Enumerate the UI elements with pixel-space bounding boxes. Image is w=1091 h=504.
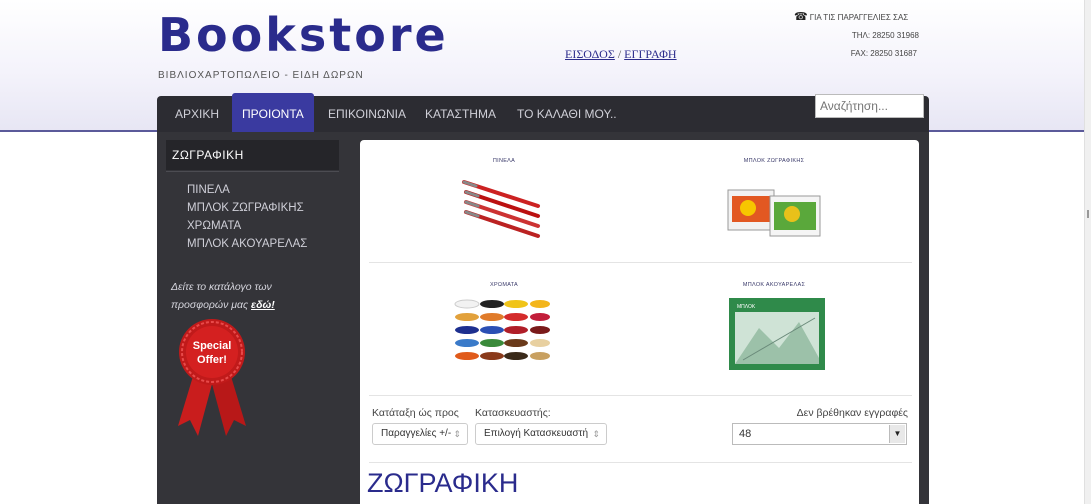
sidebar-link-drawing-pad[interactable]: ΜΠΛΟΚ ΖΩΓΡΑΦΙΚΗΣ xyxy=(187,202,304,214)
page-title: ΖΩΓΡΑΦΙΚΗ xyxy=(367,468,519,498)
search-input[interactable] xyxy=(815,94,924,118)
drawing-pad-image[interactable] xyxy=(726,186,824,238)
manufacturer-label: Κατασκευαστής: xyxy=(475,407,551,419)
login-link[interactable]: ΕΙΣΟΔΟΣ xyxy=(565,47,615,61)
nav-contact[interactable]: ΕΠΙΚΟΙΝΩΝΙΑ xyxy=(328,96,406,132)
per-page-value: 48 xyxy=(739,428,752,440)
phone-icon: ☎ xyxy=(794,11,808,23)
sidebar-link-paints[interactable]: ΧΡΩΜΑΤΑ xyxy=(187,220,241,232)
category-title-drawing-pad[interactable]: ΜΠΛΟΚ ΖΩΓΡΑΦΙΚΗΣ xyxy=(704,158,844,164)
promo-text: Δείτε το κατάλογο των προσφορών μας εδώ! xyxy=(171,278,331,314)
svg-text:ΜΠΛΟΚ: ΜΠΛΟΚ xyxy=(737,304,756,310)
category-title-watercolor[interactable]: ΜΠΛΟΚ ΑΚΟΥΑΡΕΛΑΣ xyxy=(704,282,844,288)
no-results-text: Δεν βρέθηκαν εγγραφές xyxy=(796,407,908,419)
contact-title: ΓΙΑ ΤΙΣ ΠΑΡΑΓΓΕΛΙΕΣ ΣΑΣ xyxy=(809,13,909,22)
paints-image[interactable] xyxy=(452,298,552,368)
badge-line2: Offer! xyxy=(197,354,227,366)
contact-info: ☎ ΓΙΑ ΤΙΣ ΠΑΡΑΓΓΕΛΙΕΣ ΣΑΣ ΤΗΛ: 28250 3196… xyxy=(790,8,945,63)
register-link[interactable]: ΕΓΓΡΑΦΗ xyxy=(624,47,676,61)
toolbar-divider-top xyxy=(369,395,912,396)
content-panel xyxy=(360,140,919,504)
promo-line2: προσφορών μας xyxy=(171,299,249,311)
page-scrollbar[interactable] xyxy=(1084,0,1091,504)
nav-store[interactable]: ΚΑΤΑΣΤΗΜΑ xyxy=(425,96,496,132)
manufacturer-arrows-icon: ⇕ xyxy=(592,429,600,439)
sidebar-link-brushes[interactable]: ΠΙΝΕΛΑ xyxy=(187,184,230,196)
auth-separator: / xyxy=(617,47,622,61)
contact-fax: FAX: 28250 31687 xyxy=(850,49,917,58)
sidebar-divider xyxy=(166,171,339,172)
brushes-image[interactable] xyxy=(460,176,544,248)
nav-cart[interactable]: ΤΟ ΚΑΛΑΘΙ ΜΟΥ.. xyxy=(517,96,617,132)
manufacturer-select[interactable]: Επιλογή Κατασκευαστή ⇕ xyxy=(475,423,607,445)
site-logo[interactable]: Bookstore xyxy=(158,8,449,62)
contact-phone: ΤΗΛ: 28250 31968 xyxy=(851,31,919,40)
watercolor-pad-image[interactable]: ΜΠΛΟΚ xyxy=(729,298,825,370)
nav-products[interactable]: ΠΡΟΙΟΝΤΑ xyxy=(232,93,314,132)
sort-select[interactable]: Παραγγελίες +/- ⇕ xyxy=(372,423,468,445)
main-nav: ΑΡΧΙΚΗ ΠΡΟΙΟΝΤΑ ΕΠΙΚΟΙΝΩΝΙΑ ΚΑΤΑΣΤΗΜΑ ΤΟ… xyxy=(157,93,929,132)
sort-value: Παραγγελίες +/- xyxy=(381,428,452,439)
auth-links: ΕΙΣΟΔΟΣ / ΕΓΓΡΑΦΗ xyxy=(565,47,677,62)
tile-divider xyxy=(369,262,912,263)
toolbar-divider-bottom xyxy=(369,462,912,463)
sidebar-heading: ΖΩΓΡΑΦΙΚΗ xyxy=(166,140,339,170)
manufacturer-value: Επιλογή Κατασκευαστή xyxy=(484,428,589,439)
special-offer-badge[interactable]: Special Offer! xyxy=(172,318,252,438)
nav-home[interactable]: ΑΡΧΙΚΗ xyxy=(175,96,219,132)
sort-label: Κατάταξη ώς προς xyxy=(372,407,459,419)
dropdown-arrow-icon[interactable]: ▼ xyxy=(889,425,905,443)
badge-line1: Special xyxy=(193,340,232,352)
category-title-paints[interactable]: ΧΡΩΜΑΤΑ xyxy=(434,282,574,288)
promo-link[interactable]: εδώ! xyxy=(251,299,275,311)
scrollbar-grip[interactable] xyxy=(1087,210,1089,218)
promo-line1: Δείτε το κατάλογο των xyxy=(171,281,272,293)
sidebar-link-watercolor[interactable]: ΜΠΛΟΚ ΑΚΟΥΑΡΕΛΑΣ xyxy=(187,238,307,250)
category-title-brushes[interactable]: ΠΙΝΕΛΑ xyxy=(434,158,574,164)
per-page-select[interactable]: 48 ▼ xyxy=(732,423,907,445)
sort-arrows-icon: ⇕ xyxy=(453,429,461,439)
site-tagline: ΒΙΒΛΙΟΧΑΡΤΟΠΩΛΕΙΟ - ΕΙΔΗ ΔΩΡΩΝ xyxy=(158,70,364,81)
